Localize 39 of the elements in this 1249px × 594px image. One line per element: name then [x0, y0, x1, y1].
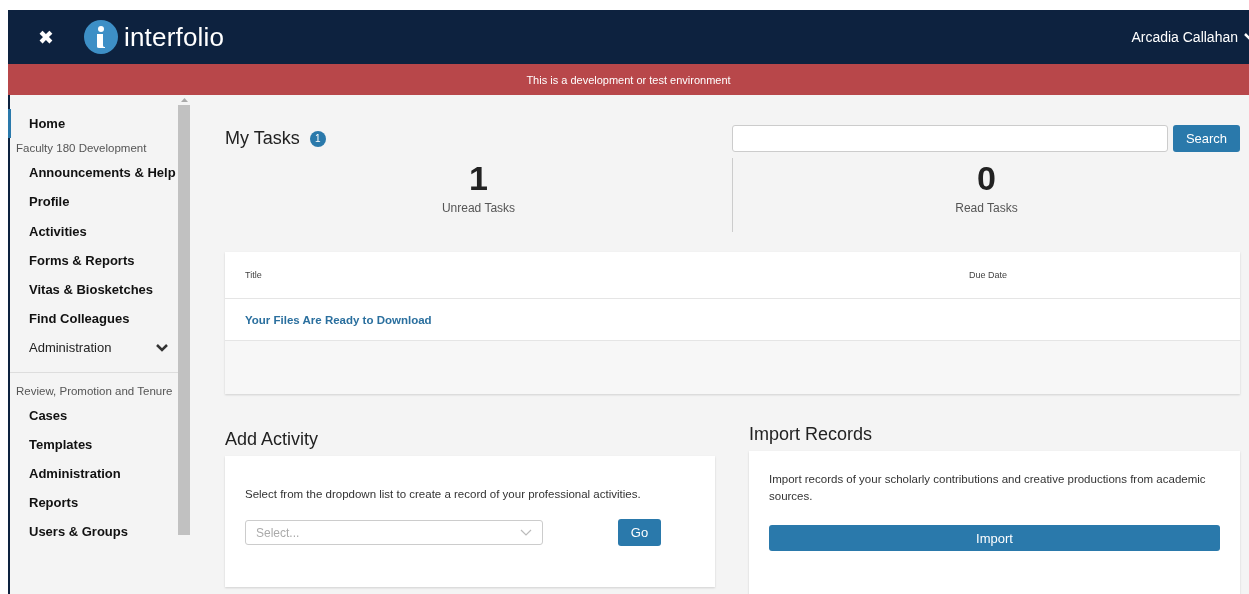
sidebar-item[interactable]: Forms & Reports	[8, 245, 178, 275]
stat-value: 1	[469, 158, 488, 198]
sidebar-heading: Faculty 180 Development	[15, 141, 148, 157]
logo-text: interfolio	[123, 21, 225, 53]
section-title: My Tasks	[225, 128, 300, 149]
search-field[interactable]	[732, 125, 1168, 152]
close-button[interactable]: ✖	[34, 26, 58, 48]
sidebar-item[interactable]: Administration	[8, 458, 178, 489]
section-title: Add Activity	[225, 429, 320, 450]
sidebar-item[interactable]: Find Colleagues	[8, 304, 178, 334]
go-button[interactable]: Go	[618, 519, 661, 546]
chevron-down-icon	[520, 529, 532, 536]
user-menu[interactable]: Arcadia Callahan	[1131, 29, 1249, 45]
task-link[interactable]: Your Files Are Ready to Download	[245, 313, 432, 326]
scroll-up-icon	[180, 98, 188, 102]
sidebar-item[interactable]: Vitas & Biosketches	[8, 274, 178, 305]
sidebar-item[interactable]: Announcements & Help	[8, 158, 178, 188]
stat-value: 0	[977, 158, 996, 198]
sidebar-item[interactable]: Activities	[8, 216, 178, 246]
sidebar-item[interactable]: Reports	[8, 488, 178, 518]
stat-label: Unread Tasks	[441, 201, 516, 215]
section-title: Import Records	[749, 424, 874, 445]
description-text: Import records of your scholarly contributions and creative productions from academic sources.	[769, 472, 1207, 504]
environment-banner: This is a development or test environment	[8, 64, 1249, 95]
logo-icon	[83, 20, 118, 54]
sidebar-item[interactable]: Templates	[8, 429, 178, 459]
description-text: Select from the dropdown list to create a record of your professional activities.	[245, 487, 642, 502]
import-button[interactable]: Import	[769, 525, 1220, 551]
sidebar-item[interactable]: Cases	[8, 400, 178, 430]
sidebar-item[interactable]: Administration	[8, 333, 178, 363]
sidebar-item[interactable]: Profile	[8, 187, 178, 217]
search-button[interactable]: Search	[1173, 125, 1240, 152]
chevron-down-icon	[156, 343, 168, 352]
count-badge: 1	[309, 130, 326, 147]
column-header: Due Date	[969, 270, 1009, 280]
column-header: Title	[245, 270, 263, 280]
sidebar-item[interactable]: Users & Groups	[8, 517, 178, 547]
stat-label: Read Tasks	[955, 201, 1018, 215]
sidebar-heading: Review, Promotion and Tenure	[15, 383, 174, 399]
